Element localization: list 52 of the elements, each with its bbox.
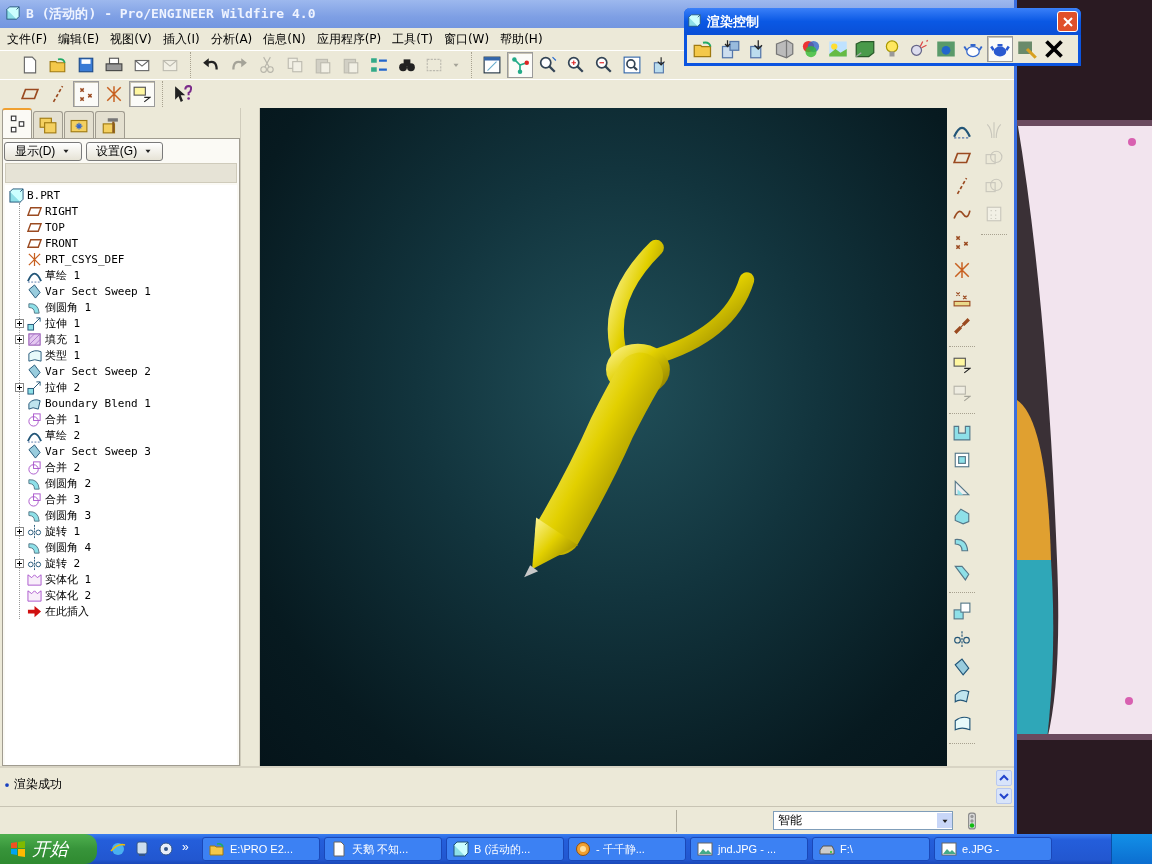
tree-item[interactable]: 旋转 1 (45, 523, 81, 539)
tree-item[interactable]: 倒圆角 2 (45, 475, 92, 491)
tree-item[interactable]: Var Sect Sweep 2 (45, 364, 151, 378)
taskbar-button[interactable]: jnd.JPG - ... (690, 837, 808, 861)
tree-item[interactable]: Var Sect Sweep 3 (45, 444, 151, 458)
menu-item[interactable]: 工具(T) (387, 30, 438, 48)
tree-item[interactable]: B.PRT (27, 188, 61, 202)
dropdown-button[interactable]: 显示(D) (4, 141, 82, 161)
more-button[interactable]: » (179, 840, 192, 854)
menu-item[interactable]: 帮助(H) (495, 30, 548, 48)
tree-item[interactable]: 实体化 2 (45, 587, 92, 603)
tree-item[interactable]: 在此插入 (45, 603, 89, 619)
tree-item[interactable]: Boundary Blend 1 (45, 396, 151, 410)
taskbar-button[interactable]: - 千千静... (568, 837, 686, 861)
tree-item[interactable]: 合并 1 (45, 411, 81, 427)
window-title: 渲染控制 (707, 12, 760, 31)
menu-item[interactable]: 应用程序(P) (311, 30, 387, 48)
window-title: B (活动的) - Pro/ENGINEER Wildfire 4.0 (26, 5, 316, 23)
tree-item[interactable]: 倒圆角 4 (45, 539, 92, 555)
menu-item[interactable]: 窗口(W) (438, 30, 495, 48)
tree-item[interactable]: 草绘 2 (45, 427, 81, 443)
menu-item[interactable]: 插入(I) (157, 30, 205, 48)
filter-dropdown[interactable]: 智能 (773, 811, 953, 830)
taskbar-button[interactable]: B (活动的... (446, 837, 564, 861)
taskbar-button[interactable]: F:\ (812, 837, 930, 861)
menu-item[interactable]: 信息(N) (258, 30, 311, 48)
taskbar-button[interactable]: e.JPG - (934, 837, 1052, 861)
tree-item[interactable]: 拉伸 1 (45, 315, 81, 331)
tree-item[interactable]: RIGHT (45, 204, 79, 218)
taskbar-button[interactable]: 天鹅 不知... (324, 837, 442, 861)
tree-item[interactable]: TOP (45, 220, 65, 234)
tree-item[interactable]: 实体化 1 (45, 571, 92, 587)
menu-item[interactable]: 文件(F) (2, 30, 53, 48)
tree-item[interactable]: 倒圆角 1 (45, 299, 92, 315)
dropdown-button[interactable]: 设置(G) (86, 141, 163, 161)
taskbar-button[interactable]: E:\PRO E2... (202, 837, 320, 861)
tree-item[interactable]: 旋转 2 (45, 555, 81, 571)
tree-item[interactable]: 草绘 1 (45, 267, 81, 283)
tree-item[interactable]: 合并 3 (45, 491, 81, 507)
tree-item[interactable]: 填充 1 (45, 331, 81, 347)
message-text: 渲染成功 (14, 776, 62, 793)
menu-item[interactable]: 编辑(E) (53, 30, 105, 48)
tree-item[interactable]: 拉伸 2 (45, 379, 81, 395)
menu-item[interactable]: 视图(V) (105, 30, 157, 48)
menu-item[interactable]: 分析(A) (205, 30, 258, 48)
tree-item[interactable]: PRT_CSYS_DEF (45, 252, 125, 266)
tree-item[interactable]: Var Sect Sweep 1 (45, 284, 151, 298)
start-button[interactable]: 开始 (0, 834, 97, 864)
tree-item[interactable]: 倒圆角 3 (45, 507, 92, 523)
tree-item[interactable]: FRONT (45, 236, 79, 250)
tree-item[interactable]: 合并 2 (45, 459, 81, 475)
tree-item[interactable]: 类型 1 (45, 347, 81, 363)
